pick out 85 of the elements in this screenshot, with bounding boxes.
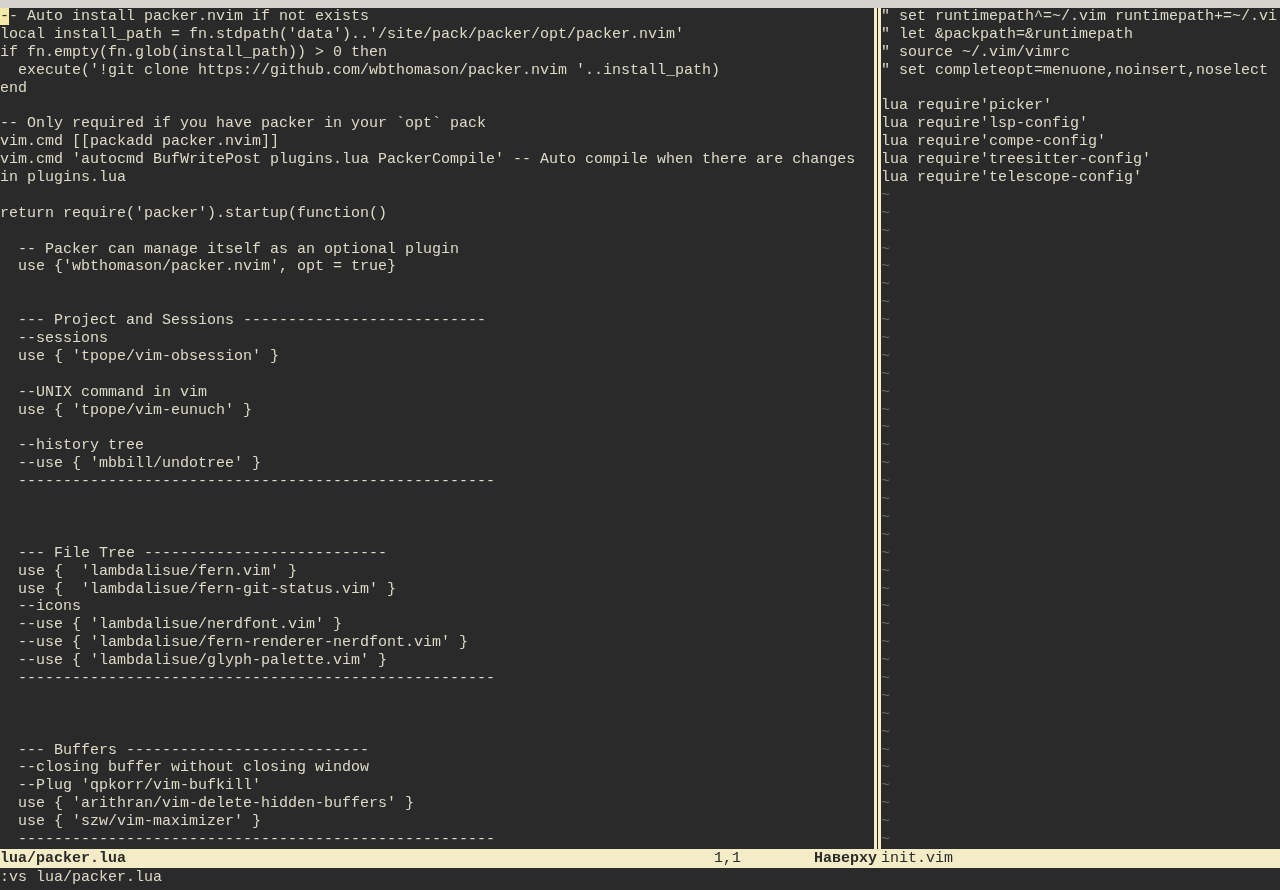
- empty-line-marker: ~: [881, 473, 890, 492]
- empty-line-marker: ~: [881, 759, 890, 778]
- code-line: --- File Tree ---------------------------: [17, 544, 388, 563]
- code-line: " source ~/.vim/vimrc: [881, 43, 1071, 62]
- code-line: lua require'telescope-config': [881, 169, 1143, 187]
- code-line: lua require'treesitter-config': [881, 151, 1152, 169]
- empty-line-marker: ~: [881, 705, 890, 724]
- empty-line-marker: ~: [881, 455, 890, 474]
- code-line: return require('packer').startup(function(): [0, 204, 388, 223]
- code-line: if fn.empty(fn.glob(install_path)) > 0 then: [0, 43, 388, 62]
- empty-line-marker: ~: [881, 276, 890, 295]
- empty-line-marker: ~: [881, 401, 890, 420]
- empty-line-marker: ~: [881, 365, 890, 384]
- code-line: use {'wbthomason/packer.nvim', opt = true}: [17, 258, 397, 277]
- code-line: use { 'tpope/vim-eunuch' }: [17, 401, 253, 420]
- empty-line-marker: ~: [881, 580, 890, 599]
- code-line: --- Project and Sessions ---------------------------: [17, 312, 487, 331]
- empty-line-marker: ~: [881, 777, 890, 796]
- code-line: -----------------------------------------------------: [17, 830, 496, 849]
- cursor-position: 1,1: [714, 849, 742, 868]
- code-line: use { 'tpope/vim-obsession' }: [17, 347, 280, 366]
- code-line: --use { 'lambdalisue/glyph-palette.vim' }: [17, 652, 388, 670]
- code-line: --UNIX command in vim: [17, 383, 208, 402]
- empty-line-marker: ~: [881, 813, 890, 831]
- code-line: in plugins.lua: [0, 169, 127, 187]
- empty-line-marker: ~: [881, 544, 890, 563]
- scroll-position: Наверху: [814, 849, 878, 868]
- empty-line-marker: ~: [881, 562, 890, 581]
- code-line: -- Auto install packer.nvim if not exists: [0, 8, 370, 26]
- code-line: local install_path = fn.stdpath('data')..'/site/pack/packer/opt/packer.nvim': [0, 25, 685, 44]
- empty-line-marker: ~: [881, 186, 890, 205]
- code-line: --sessions: [17, 330, 109, 348]
- code-line: -----------------------------------------------------: [17, 473, 496, 492]
- empty-line-marker: ~: [881, 741, 890, 760]
- code-line: use { 'lambdalisue/fern.vim' }: [17, 562, 298, 581]
- code-line: vim.cmd [[packadd packer.nvim]]: [0, 133, 280, 152]
- code-line: --use { 'mbbill/undotree' }: [17, 455, 262, 474]
- empty-line-marker: ~: [881, 204, 890, 223]
- empty-line-marker: ~: [881, 312, 890, 331]
- code-line: execute('!git clone https://github.com/wbthomason/packer.nvim '..install_path): [17, 61, 721, 80]
- empty-line-marker: ~: [881, 419, 890, 438]
- code-line: --closing buffer without closing window: [17, 759, 370, 778]
- code-line: " let &packpath=&runtimepath: [881, 25, 1134, 44]
- command-line: :vs lua/packer.lua: [0, 868, 163, 887]
- empty-line-marker: ~: [881, 222, 890, 241]
- empty-line-marker: ~: [881, 616, 890, 635]
- code-line: use { 'arithran/vim-delete-hidden-buffers' }: [17, 795, 415, 814]
- code-line: lua require'lsp-config': [881, 115, 1089, 134]
- empty-line-marker: ~: [881, 508, 890, 527]
- empty-line-marker: ~: [881, 383, 890, 402]
- empty-line-marker: ~: [881, 240, 890, 259]
- code-line: --- Buffers ---------------------------: [17, 741, 370, 760]
- file-name: lua/packer.lua: [0, 849, 128, 868]
- code-line: --use { 'lambdalisue/fern-renderer-nerdfont.vim' }: [17, 634, 469, 653]
- code-line: -----------------------------------------------------: [17, 669, 496, 688]
- empty-line-marker: ~: [881, 723, 890, 742]
- empty-line-marker: ~: [881, 294, 890, 313]
- empty-line-marker: ~: [881, 491, 890, 509]
- empty-line-marker: ~: [881, 795, 890, 814]
- code-line: -- Only required if you have packer in your `opt` pack: [0, 115, 487, 134]
- code-line: " set runtimepath^=~/.vim runtimepath+=~/.vi: [881, 8, 1278, 26]
- code-line: vim.cmd 'autocmd BufWritePost plugins.lua PackerCompile' -- Auto compile when there are changes: [0, 151, 856, 169]
- code-line: --icons: [17, 598, 81, 617]
- empty-line-marker: ~: [881, 347, 890, 366]
- empty-line-marker: ~: [881, 598, 890, 617]
- code-line: --use { 'lambdalisue/nerdfont.vim' }: [17, 616, 343, 635]
- empty-line-marker: ~: [881, 652, 890, 670]
- empty-line-marker: ~: [881, 258, 890, 277]
- code-line: end: [0, 79, 27, 98]
- code-line: --history tree: [17, 437, 145, 456]
- empty-line-marker: ~: [881, 669, 890, 688]
- code-line: lua require'compe-config': [881, 133, 1107, 152]
- code-line: --Plug 'qpkorr/vim-bufkill': [17, 777, 262, 796]
- empty-line-marker: ~: [881, 330, 890, 348]
- code-line: -- Packer can manage itself as an optional plugin: [17, 240, 460, 259]
- file-name: init.vim: [881, 849, 954, 868]
- empty-line-marker: ~: [881, 830, 890, 849]
- empty-line-marker: ~: [881, 526, 890, 545]
- empty-line-marker: ~: [881, 634, 890, 653]
- code-line: lua require'picker': [881, 97, 1053, 116]
- code-line: use { 'szw/vim-maximizer' }: [17, 813, 262, 831]
- empty-line-marker: ~: [881, 437, 890, 456]
- code-line: " set completeopt=menuone,noinsert,noselect: [881, 61, 1269, 80]
- empty-line-marker: ~: [881, 687, 890, 706]
- code-line: use { 'lambdalisue/fern-git-status.vim' }: [17, 580, 397, 599]
